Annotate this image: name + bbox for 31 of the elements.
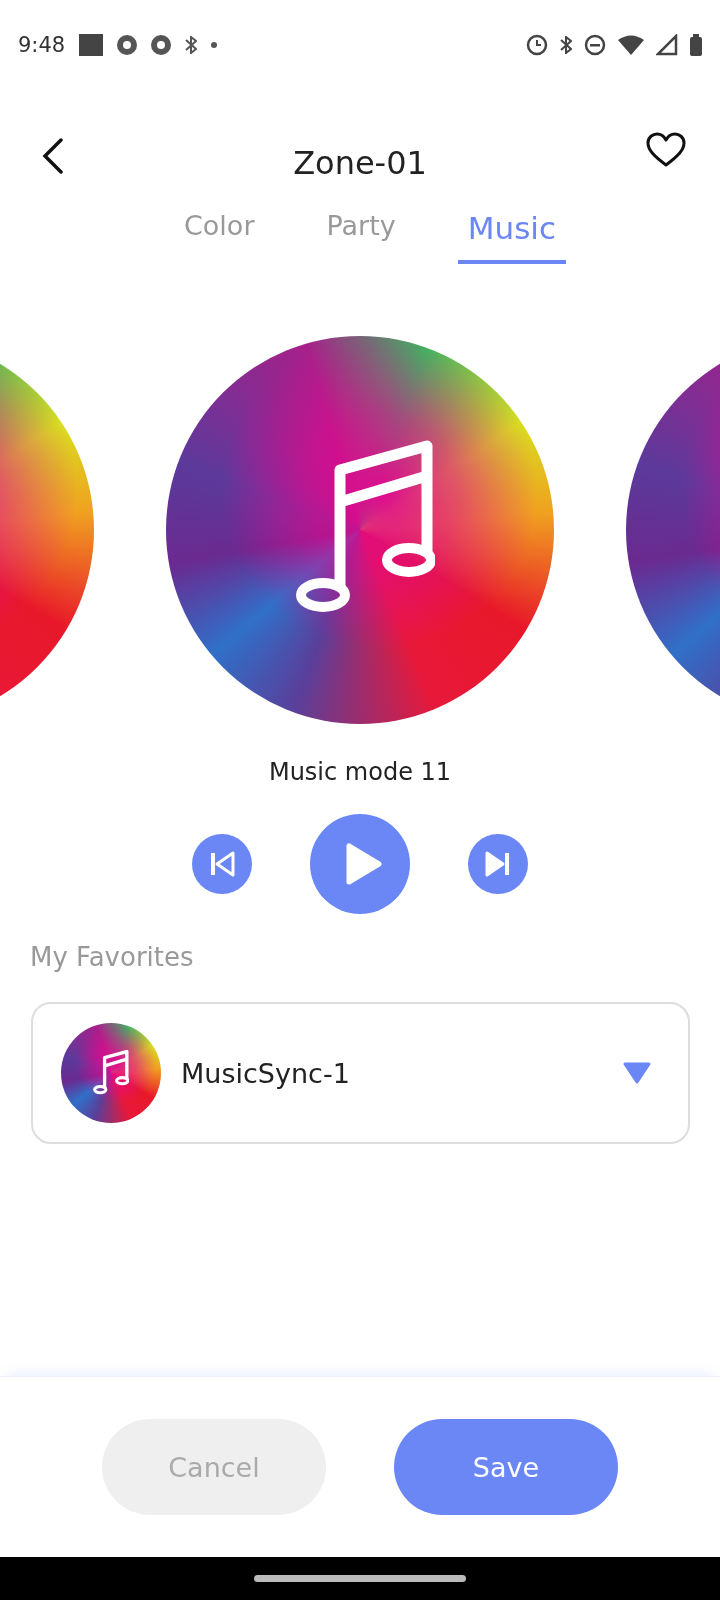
mode-tab[interactable]: Party [316,206,406,257]
bluetooth-icon [185,36,198,54]
dot-icon [211,42,218,48]
square-icon [79,34,104,56]
do-not-disturb-icon [584,34,606,56]
circle-icon [117,35,138,55]
favorites-dropdown[interactable]: MusicSync-1 [31,1002,690,1144]
heart-icon[interactable] [646,132,686,168]
dropdown-caret-icon [622,1061,652,1085]
circle-icon [151,35,172,55]
page-title: Zone-01 [293,144,427,182]
bluetooth-icon [560,36,572,54]
next-button[interactable] [468,834,528,894]
dropdown-value: MusicSync-1 [181,1057,351,1089]
save-button[interactable]: Save [394,1419,618,1515]
alarm-icon [526,34,548,56]
play-icon [345,842,383,886]
previous-button[interactable] [192,834,252,894]
music-note-icon [93,1050,129,1096]
mode-tab[interactable]: Color [174,206,265,257]
battery-icon [690,34,702,56]
status-time: 9:48 [18,33,66,57]
skip-next-icon [485,851,511,877]
back-icon[interactable] [42,138,64,174]
cancel-button[interactable]: Cancel [102,1419,326,1515]
signal-icon [656,34,678,56]
section-label: My Favorites [30,942,195,972]
mode-tab[interactable]: Music [457,206,566,264]
wifi-icon [618,34,644,56]
skip-previous-icon [209,851,235,877]
mode-name: Music mode 11 [267,758,453,786]
